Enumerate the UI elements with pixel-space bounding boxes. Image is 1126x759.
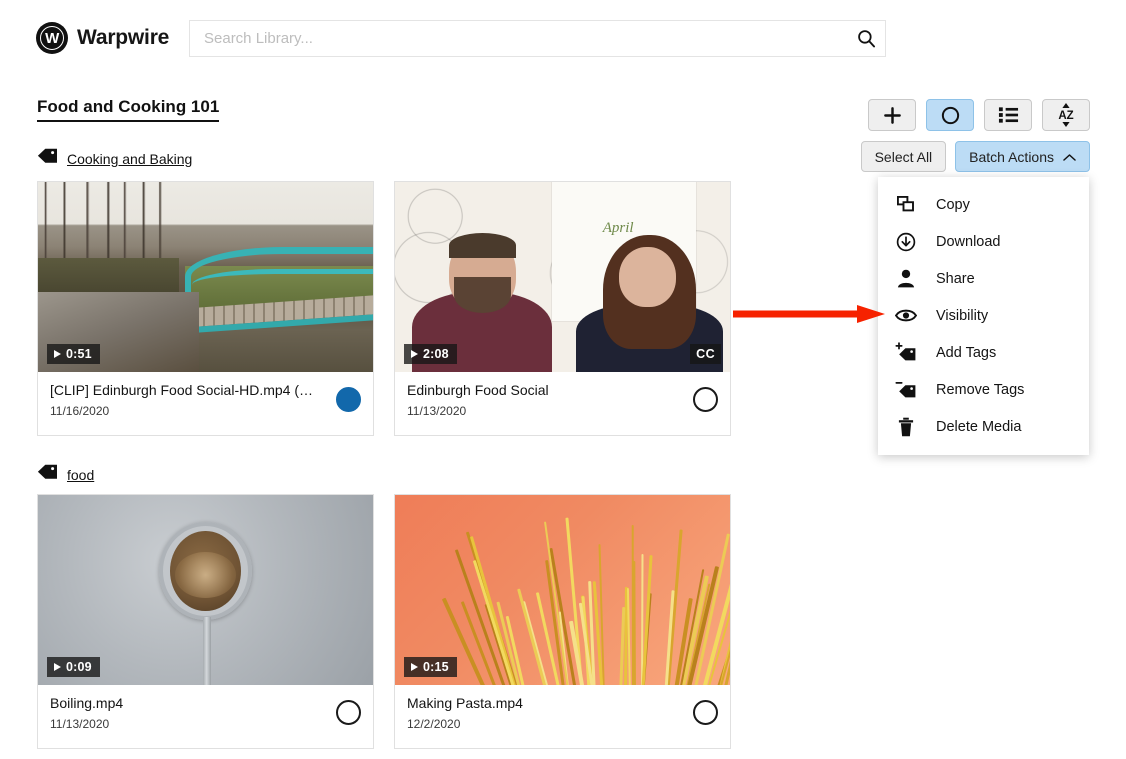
circle-icon — [940, 105, 961, 126]
menu-item-add-tags[interactable]: Add Tags — [878, 334, 1089, 371]
closed-caption-badge: CC — [690, 344, 721, 364]
app-header: W Warpwire — [0, 0, 1126, 76]
media-title[interactable]: Making Pasta.mp4 — [407, 695, 677, 711]
tag-icon — [37, 464, 58, 486]
media-card-body: Edinburgh Food Social 11/13/2020 — [395, 372, 730, 435]
menu-item-label: Share — [936, 271, 975, 287]
action-toolbar: Select All Batch Actions — [861, 141, 1090, 172]
menu-item-label: Add Tags — [936, 345, 996, 361]
media-title[interactable]: Boiling.mp4 — [50, 695, 320, 711]
menu-item-copy[interactable]: Copy — [878, 186, 1089, 223]
media-date: 12/2/2020 — [407, 717, 718, 731]
media-thumbnail[interactable]: 0:51 — [38, 182, 373, 372]
tag-label[interactable]: food — [67, 467, 94, 483]
batch-actions-label: Batch Actions — [969, 149, 1054, 165]
media-thumbnail[interactable]: 0:09 — [38, 495, 373, 685]
view-toolbar: AZ — [868, 99, 1090, 131]
plus-icon — [883, 106, 902, 125]
media-thumbnail[interactable]: 0:15 — [395, 495, 730, 685]
play-icon — [54, 663, 61, 671]
svg-text:AZ: AZ — [1058, 110, 1073, 122]
media-date: 11/13/2020 — [407, 404, 718, 418]
duration-text: 0:51 — [66, 347, 92, 361]
duration-badge: 0:15 — [404, 657, 457, 677]
remove-tag-icon — [895, 379, 917, 401]
copy-icon — [895, 194, 917, 216]
media-date: 11/16/2020 — [50, 404, 361, 418]
media-date: 11/13/2020 — [50, 717, 361, 731]
selection-circle[interactable] — [693, 387, 718, 412]
logo-letter: W — [45, 31, 59, 46]
media-card-body: [CLIP] Edinburgh Food Social-HD.mp4 (72…… — [38, 372, 373, 435]
menu-item-download[interactable]: Download — [878, 223, 1089, 260]
list-icon — [998, 106, 1019, 124]
annotation-arrow-icon — [733, 304, 885, 324]
media-card[interactable]: 0:09 Boiling.mp4 11/13/2020 — [37, 494, 374, 749]
menu-item-label: Copy — [936, 197, 970, 213]
duration-badge: 0:09 — [47, 657, 100, 677]
tag-row-cooking-and-baking[interactable]: Cooking and Baking — [37, 148, 192, 170]
batch-actions-menu: Copy Download Share Visibility Add Tags … — [878, 177, 1089, 455]
media-card[interactable]: 0:15 Making Pasta.mp4 12/2/2020 — [394, 494, 731, 749]
warpwire-media-library-page: W Warpwire Food and Cooking 101 — [0, 0, 1126, 759]
media-card-body: Making Pasta.mp4 12/2/2020 — [395, 685, 730, 748]
batch-actions-button[interactable]: Batch Actions — [955, 141, 1090, 172]
play-icon — [411, 350, 418, 358]
page-title[interactable]: Food and Cooking 101 — [37, 97, 219, 122]
search-icon[interactable] — [847, 29, 885, 48]
sort-az-button[interactable]: AZ — [1042, 99, 1090, 131]
selection-circle[interactable] — [336, 387, 361, 412]
search-bar[interactable] — [189, 20, 886, 57]
menu-item-label: Remove Tags — [936, 382, 1024, 398]
menu-item-label: Download — [936, 234, 1001, 250]
select-all-button[interactable]: Select All — [861, 141, 947, 172]
media-card[interactable]: April 2:08 CC Edinburgh Food Social 11/1… — [394, 181, 731, 436]
brand-name: Warpwire — [77, 26, 169, 50]
menu-item-label: Delete Media — [936, 419, 1021, 435]
menu-item-remove-tags[interactable]: Remove Tags — [878, 371, 1089, 408]
play-icon — [54, 350, 61, 358]
menu-item-share[interactable]: Share — [878, 260, 1089, 297]
tag-label[interactable]: Cooking and Baking — [67, 151, 192, 167]
tag-icon — [37, 148, 58, 170]
add-tag-icon — [895, 342, 917, 364]
menu-item-delete-media[interactable]: Delete Media — [878, 408, 1089, 445]
person-icon — [895, 268, 917, 290]
select-mode-button[interactable] — [926, 99, 974, 131]
duration-text: 0:09 — [66, 660, 92, 674]
chevron-up-icon — [1063, 149, 1076, 165]
selection-circle[interactable] — [693, 700, 718, 725]
duration-badge: 0:51 — [47, 344, 100, 364]
list-view-button[interactable] — [984, 99, 1032, 131]
media-card[interactable]: 0:51 [CLIP] Edinburgh Food Social-HD.mp4… — [37, 181, 374, 436]
media-thumbnail[interactable]: April 2:08 CC — [395, 182, 730, 372]
add-media-button[interactable] — [868, 99, 916, 131]
media-title[interactable]: Edinburgh Food Social — [407, 382, 677, 398]
duration-badge: 2:08 — [404, 344, 457, 364]
download-icon — [895, 231, 917, 253]
media-title[interactable]: [CLIP] Edinburgh Food Social-HD.mp4 (72… — [50, 382, 320, 398]
trash-icon — [895, 416, 917, 438]
eye-icon — [895, 305, 917, 327]
menu-item-visibility[interactable]: Visibility — [878, 297, 1089, 334]
warpwire-logo-icon: W — [36, 22, 68, 54]
play-icon — [411, 663, 418, 671]
media-card-body: Boiling.mp4 11/13/2020 — [38, 685, 373, 748]
brand-logo[interactable]: W Warpwire — [36, 22, 169, 54]
search-input[interactable] — [190, 30, 847, 47]
menu-item-label: Visibility — [936, 308, 988, 324]
selection-circle[interactable] — [336, 700, 361, 725]
tag-row-food[interactable]: food — [37, 464, 94, 486]
duration-text: 2:08 — [423, 347, 449, 361]
duration-text: 0:15 — [423, 660, 449, 674]
sort-az-icon: AZ — [1054, 102, 1078, 128]
